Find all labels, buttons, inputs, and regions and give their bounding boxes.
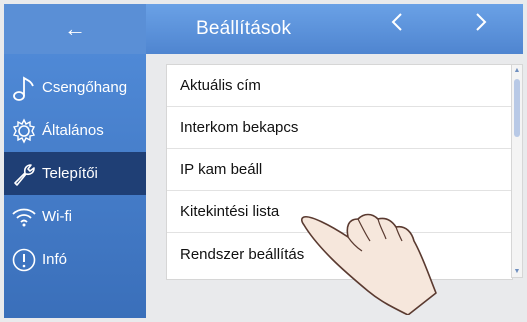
sidebar-item-label: Telepítői — [42, 165, 98, 182]
back-button[interactable]: ← — [4, 4, 146, 54]
scroll-down-arrow-icon[interactable]: ▼ — [512, 268, 522, 275]
scroll-thumb[interactable] — [514, 79, 520, 137]
top-bar: ← Beállítások — [4, 4, 523, 54]
list-item-label: Aktuális cím — [180, 77, 261, 94]
sidebar-item-info[interactable]: Infó — [4, 238, 146, 281]
sidebar-item-label: Csengőhang — [42, 79, 128, 96]
sidebar-item-label: Általános — [42, 122, 104, 139]
pointing-hand-icon — [300, 207, 437, 315]
music-note-icon — [10, 74, 38, 102]
list-item-label: Rendszer beállítás — [180, 245, 305, 263]
info-icon — [10, 246, 38, 274]
sidebar-item-label: Wi-fi — [42, 208, 72, 225]
chevron-right-icon — [476, 13, 487, 31]
chevron-left-icon — [391, 13, 402, 31]
wrench-icon — [10, 160, 38, 188]
gear-icon — [10, 117, 38, 145]
previous-page-button[interactable] — [390, 12, 404, 37]
list-item-label: Kitekintési lista — [180, 203, 280, 220]
list-item-label: Interkom bekapcs — [180, 119, 299, 136]
sidebar-item-ringtone[interactable]: Csengőhang — [4, 66, 146, 109]
list-item-intercom-enable[interactable]: Interkom bekapcs — [167, 107, 512, 149]
list-item-current-address[interactable]: Aktuális cím — [167, 65, 512, 107]
wifi-icon — [10, 203, 38, 231]
sidebar-item-installer[interactable]: Telepítői — [4, 152, 146, 195]
sidebar-item-label: Infó — [42, 251, 68, 268]
screen: ← Beállítások Csengőhang Általános Telep… — [0, 0, 527, 322]
next-page-button[interactable] — [474, 12, 488, 37]
scroll-up-arrow-icon[interactable]: ▲ — [512, 67, 522, 74]
back-arrow-icon: ← — [64, 16, 86, 41]
scrollbar[interactable]: ▲ ▼ — [511, 64, 523, 278]
list-item-ip-camera-settings[interactable]: IP kam beáll — [167, 149, 512, 191]
sidebar: Csengőhang Általános Telepítői Wi-fi Inf… — [4, 54, 146, 318]
page-title: Beállítások — [196, 18, 292, 39]
header: Beállítások — [146, 4, 523, 54]
sidebar-item-general[interactable]: Általános — [4, 109, 146, 152]
sidebar-item-wifi[interactable]: Wi-fi — [4, 195, 146, 238]
list-item-label: IP kam beáll — [180, 161, 263, 178]
